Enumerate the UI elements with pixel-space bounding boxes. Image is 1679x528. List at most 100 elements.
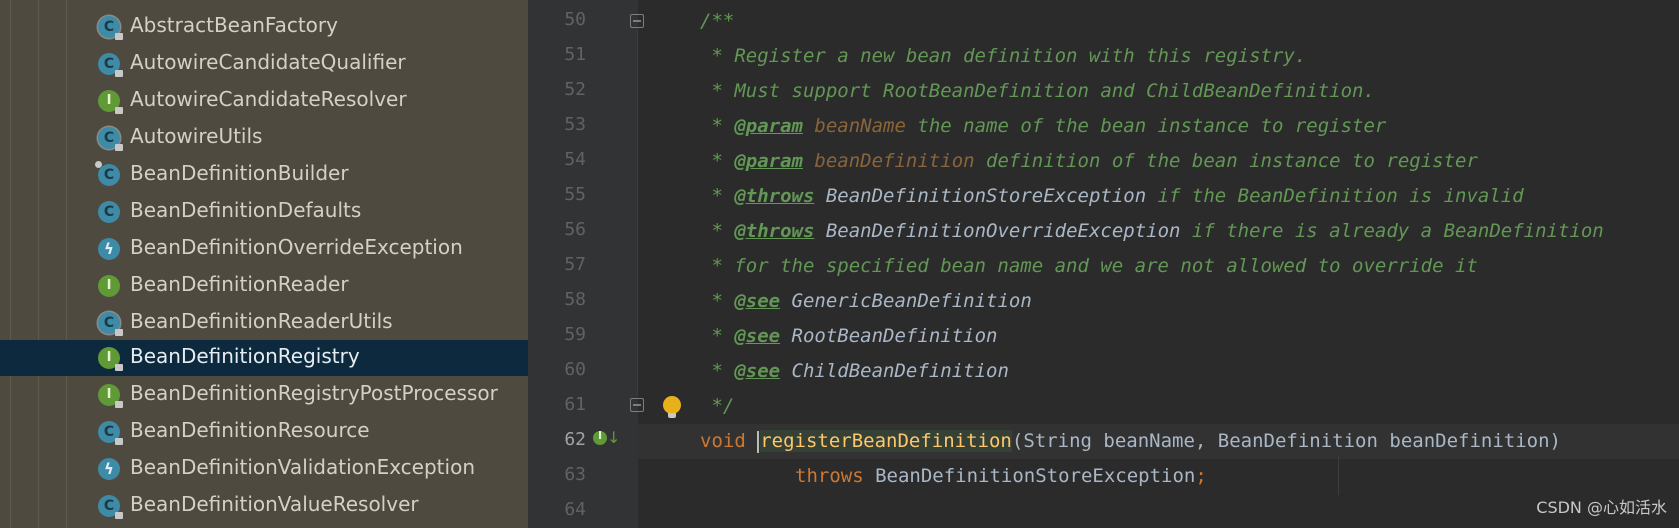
line-number: 61 xyxy=(564,394,586,415)
tree-item-beandefinitionregistrypostprocessor[interactable]: I BeanDefinitionRegistryPostProcessor xyxy=(0,377,528,413)
comment-text: if there is already a BeanDefinition xyxy=(1180,220,1604,242)
comment-text xyxy=(780,325,791,347)
line-number: 55 xyxy=(564,184,586,205)
tree-item-label: BeanDefinitionRegistry xyxy=(130,344,360,368)
line-number: 56 xyxy=(564,219,586,240)
line-number: 52 xyxy=(564,79,586,100)
interface-icon: I xyxy=(98,384,123,408)
tree-item-label: BeanDefinitionResource xyxy=(130,418,370,442)
comment-text: * xyxy=(700,115,735,137)
text-cursor xyxy=(757,430,760,453)
javadoc-tag: @param xyxy=(734,150,803,172)
comment-text: definition of the bean instance to regis… xyxy=(974,150,1478,172)
tree-item-beandefinitiondefaults[interactable]: C BeanDefinitionDefaults xyxy=(0,194,528,230)
implemented-interface-icon[interactable] xyxy=(593,429,607,445)
tree-item-beandefinitionvalidationexception[interactable]: ϟ BeanDefinitionValidationException xyxy=(0,451,528,487)
javadoc-tag: @throws xyxy=(734,220,815,242)
tree-item-label: AutowireUtils xyxy=(130,124,263,148)
javadoc-reference[interactable]: ChildBeanDefinition xyxy=(792,360,1009,382)
code-line-54[interactable]: * @param beanDefinition definition of th… xyxy=(700,144,1478,179)
line-number: 51 xyxy=(564,44,586,65)
javadoc-reference[interactable]: BeanDefinitionOverrideException xyxy=(826,220,1181,242)
arrow-down-icon[interactable]: ↓ xyxy=(607,428,620,447)
javadoc-reference[interactable]: BeanDefinitionStoreException xyxy=(826,185,1146,207)
code-line-55[interactable]: * @throws BeanDefinitionStoreException i… xyxy=(700,179,1524,214)
abstract-class-icon: C xyxy=(98,127,123,151)
comment-text xyxy=(780,290,791,312)
line-number-current: 62 xyxy=(564,429,586,450)
class-icon: C xyxy=(98,421,123,445)
javadoc-reference[interactable]: RootBeanDefinition xyxy=(792,325,998,347)
editor-gutter[interactable]: 50 51 52 53 54 55 56 57 58 59 60 61 62 6… xyxy=(528,0,638,528)
code-line-50[interactable]: /** xyxy=(700,4,734,39)
tree-item-beandefinitionvalueresolver[interactable]: C BeanDefinitionValueResolver xyxy=(0,488,528,524)
javadoc-param-name: beanDefinition xyxy=(814,150,975,172)
abstract-class-icon: C xyxy=(98,16,123,40)
tree-item-label: BeanDefinitionReader xyxy=(130,272,349,296)
interface-icon: I xyxy=(98,347,123,371)
comment-text xyxy=(803,115,814,137)
javadoc-tag: @see xyxy=(734,325,781,347)
code-line-60[interactable]: * @see ChildBeanDefinition xyxy=(700,354,1009,389)
javadoc-tag: @see xyxy=(734,360,781,382)
code-text: (String beanName, BeanDefinition beanDef… xyxy=(1011,430,1561,452)
comment-text: */ xyxy=(700,395,735,417)
tree-item-beandefinitionoverrideexception[interactable]: ϟ BeanDefinitionOverrideException xyxy=(0,231,528,267)
line-number: 53 xyxy=(564,114,586,135)
class-icon: C xyxy=(98,53,123,77)
comment-text: * Must support RootBeanDefinition and Ch… xyxy=(700,80,1375,102)
method-name[interactable]: registerBeanDefinition xyxy=(760,430,1012,452)
comment-text: the name of the bean instance to registe… xyxy=(905,115,1387,137)
tree-item-label: AbstractBeanFactory xyxy=(130,13,338,37)
javadoc-tag: @param xyxy=(734,115,803,137)
fold-region-line xyxy=(637,30,638,395)
tree-item-autowireutils[interactable]: C AutowireUtils xyxy=(0,120,528,156)
comment-text: * xyxy=(700,185,735,207)
tree-item-label: BeanDefinitionDefaults xyxy=(130,198,362,222)
exception-class-icon: ϟ xyxy=(98,458,120,480)
line-number: 63 xyxy=(564,464,586,485)
tree-item-beandefinitionregistry[interactable]: I BeanDefinitionRegistry xyxy=(0,340,528,376)
code-editor[interactable]: /** * Register a new bean definition wit… xyxy=(638,0,1679,528)
lightbulb-icon[interactable] xyxy=(663,396,681,418)
project-tree-panel: C AbstractBeanFactory C AutowireCandidat… xyxy=(0,0,528,528)
fold-icon[interactable] xyxy=(630,14,644,28)
code-line-53[interactable]: * @param beanName the name of the bean i… xyxy=(700,109,1386,144)
code-line-61[interactable]: */ xyxy=(700,389,734,424)
tree-item-label: BeanDefinitionValidationException xyxy=(130,455,475,479)
line-number: 58 xyxy=(564,289,586,310)
javadoc-reference[interactable]: GenericBeanDefinition xyxy=(792,290,1032,312)
tree-item-label: AutowireCandidateResolver xyxy=(130,87,407,111)
exception-class-icon: ϟ xyxy=(98,238,120,260)
tree-item-autowirecandidatequalifier[interactable]: C AutowireCandidateQualifier xyxy=(0,46,528,82)
class-icon: C xyxy=(98,201,120,223)
tree-item-label: BeanDefinitionValueResolver xyxy=(130,492,419,516)
code-line-57[interactable]: * for the specified bean name and we are… xyxy=(700,249,1477,284)
tree-item-autowirecandidateresolver[interactable]: I AutowireCandidateResolver xyxy=(0,83,528,119)
line-number: 57 xyxy=(564,254,586,275)
tree-item-beandefinitionreader[interactable]: I BeanDefinitionReader xyxy=(0,268,528,304)
class-icon: C xyxy=(98,495,123,519)
fold-icon[interactable] xyxy=(630,398,644,412)
tree-item-beandefinitionbuilder[interactable]: C BeanDefinitionBuilder xyxy=(0,157,528,193)
code-line-59[interactable]: * @see RootBeanDefinition xyxy=(700,319,997,354)
javadoc-tag: @throws xyxy=(734,185,815,207)
tree-item-abstractbeanfactory[interactable]: C AbstractBeanFactory xyxy=(0,9,528,45)
tree-item-beandefinitionresource[interactable]: C BeanDefinitionResource xyxy=(0,414,528,450)
code-line-52[interactable]: * Must support RootBeanDefinition and Ch… xyxy=(700,74,1375,109)
code-line-62[interactable]: void registerBeanDefinition(String beanN… xyxy=(700,424,1561,459)
code-line-63[interactable]: throws BeanDefinitionStoreException; xyxy=(795,459,1207,494)
abstract-class-icon: C xyxy=(98,312,123,336)
code-line-51[interactable]: * Register a new bean definition with th… xyxy=(700,39,1306,74)
tree-item-label: BeanDefinitionReaderUtils xyxy=(130,309,393,333)
comment-text: if the BeanDefinition is invalid xyxy=(1146,185,1524,207)
tree-item-label: BeanDefinitionBuilder xyxy=(130,161,349,185)
line-number: 64 xyxy=(564,499,586,520)
interface-icon: I xyxy=(98,275,120,297)
tree-item-beandefinitionreaderutils[interactable]: C BeanDefinitionReaderUtils xyxy=(0,305,528,341)
code-line-56[interactable]: * @throws BeanDefinitionOverrideExceptio… xyxy=(700,214,1604,249)
comment-text xyxy=(803,150,814,172)
comment-text: * xyxy=(700,360,735,382)
code-line-58[interactable]: * @see GenericBeanDefinition xyxy=(700,284,1032,319)
